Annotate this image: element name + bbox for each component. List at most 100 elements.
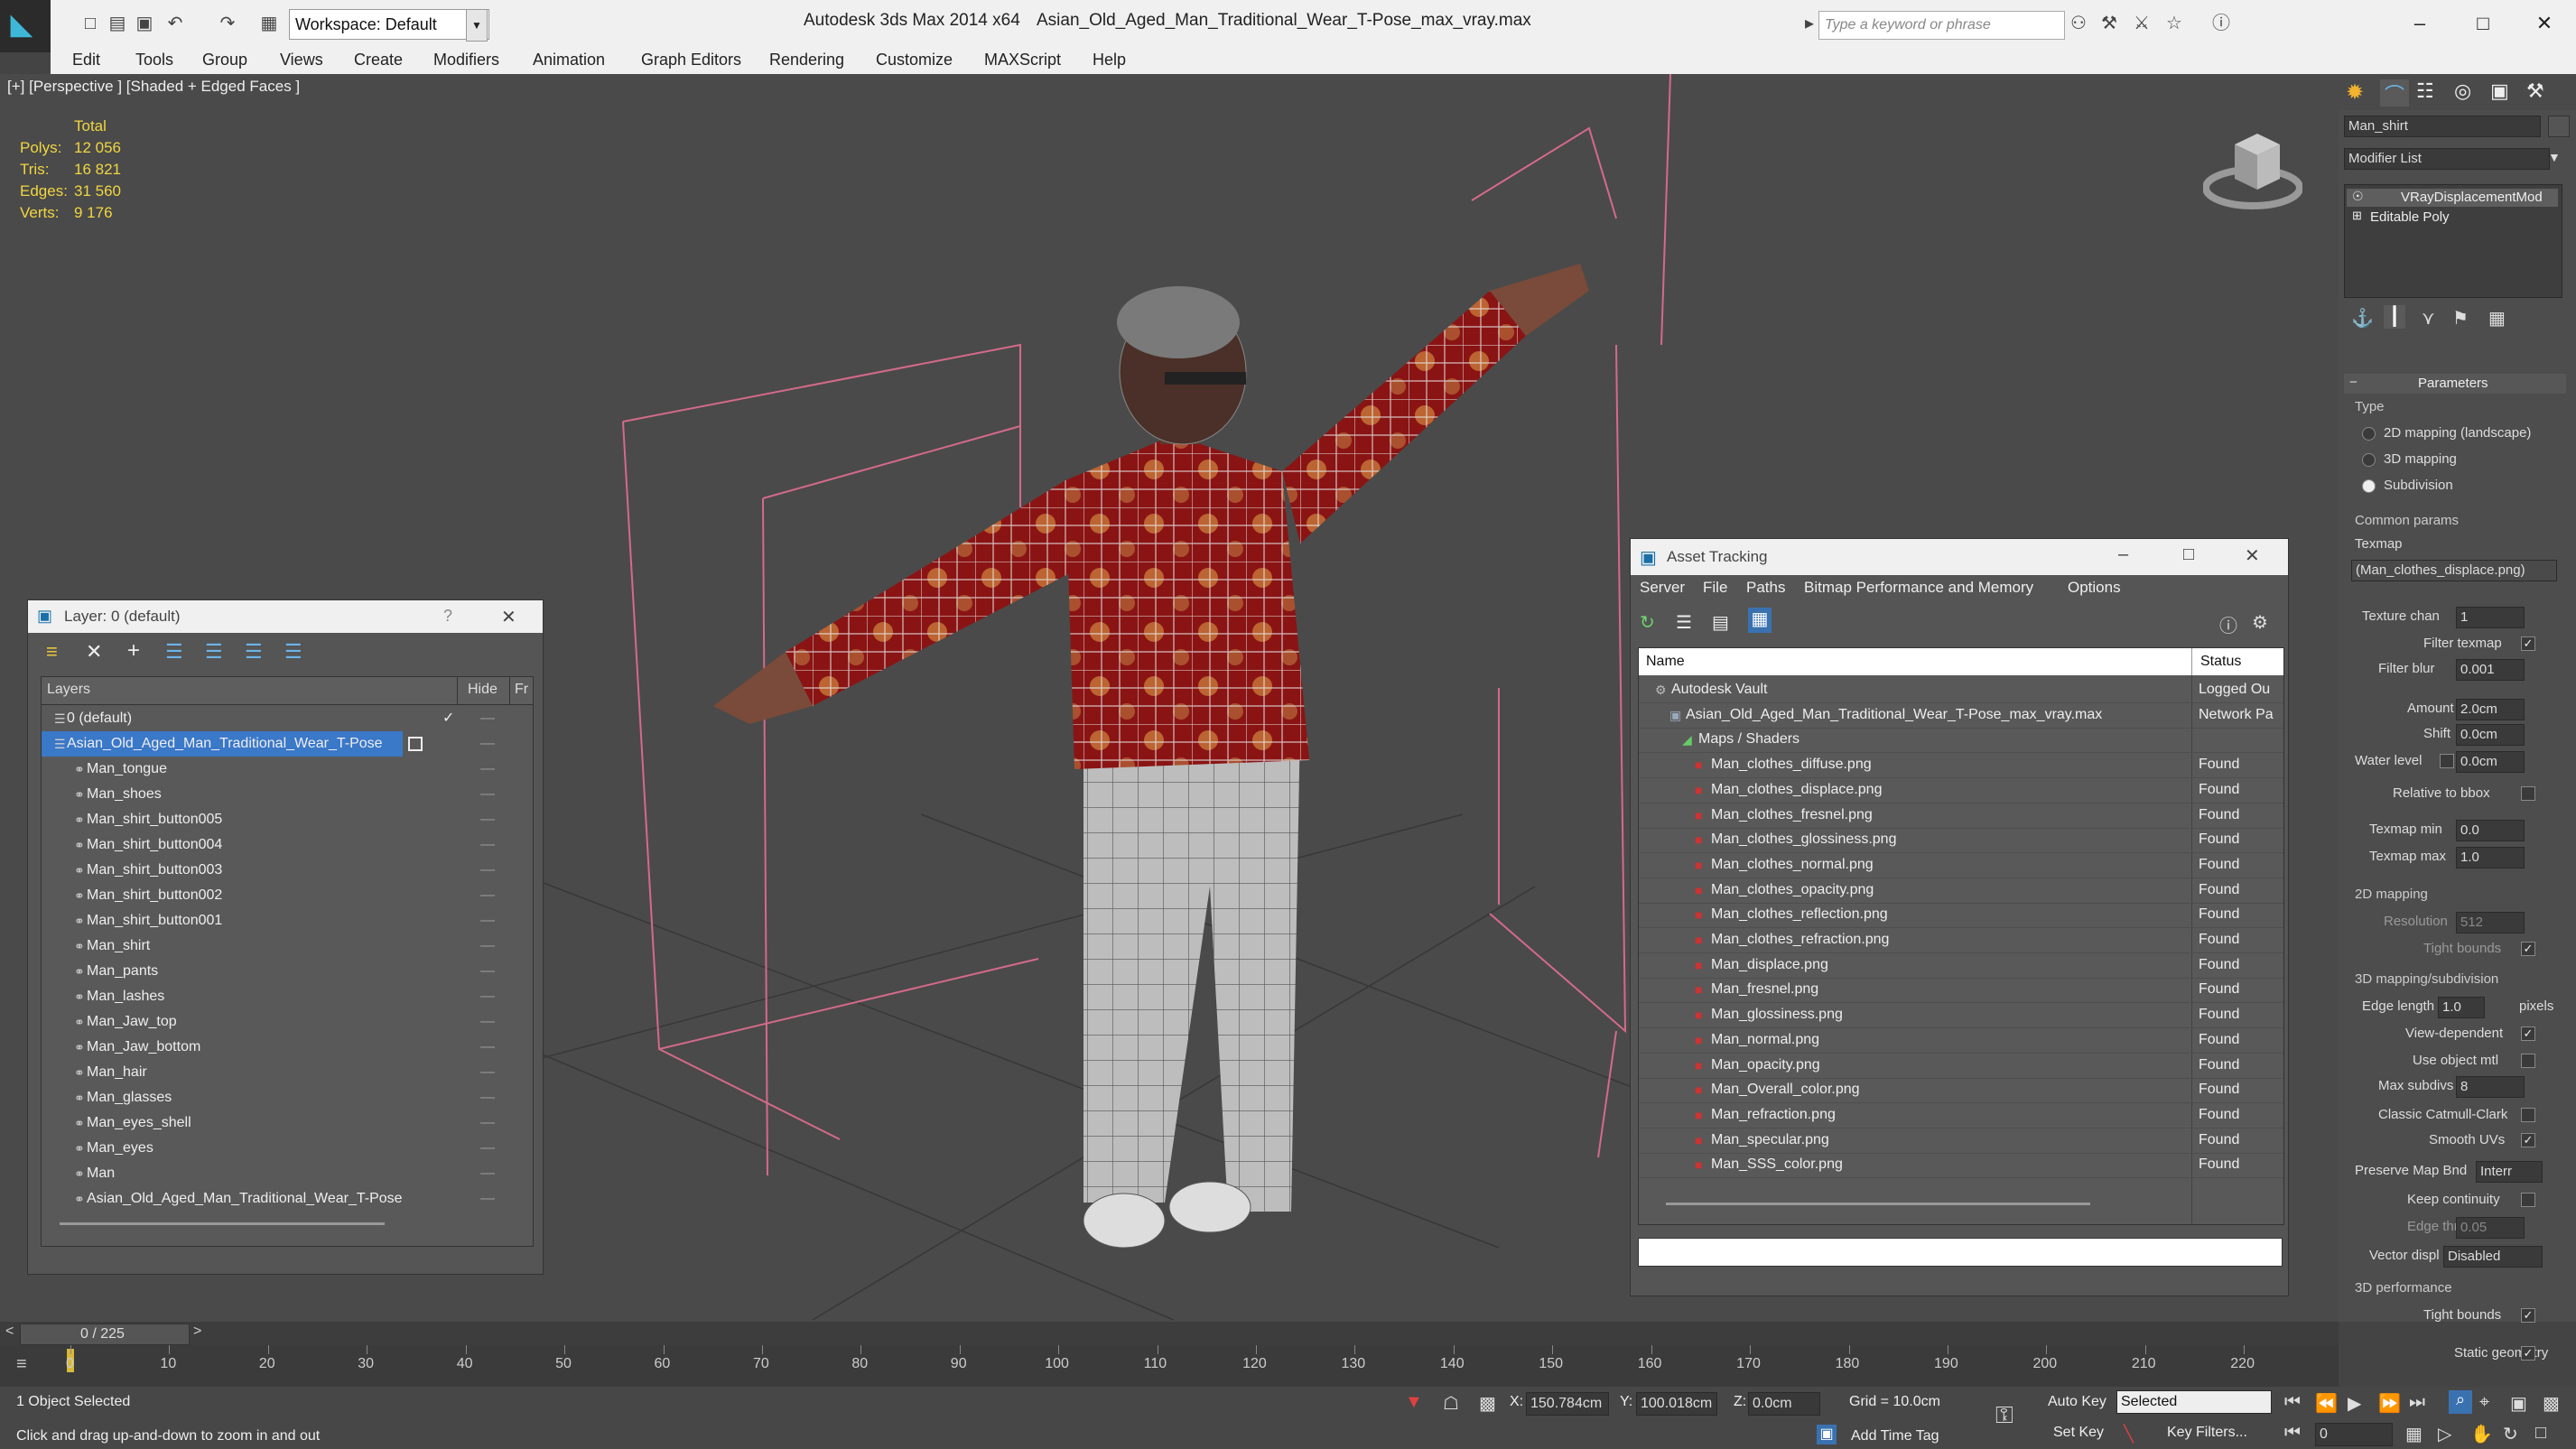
asset-row[interactable]: ■ Man_specular.png Found [1639,1128,2283,1154]
minimize-button[interactable]: – [2118,544,2128,565]
help-icon[interactable]: ⓘ [2210,13,2232,34]
binoculars-icon[interactable]: ⚇ [2068,13,2089,34]
chevron-down-icon[interactable]: ▼ [2548,150,2561,164]
texmap-max-spinner[interactable]: 1.0 [2456,847,2525,868]
column-header-hide[interactable]: Hide [468,682,498,698]
layer-row[interactable]: ⚭ Man — [42,1161,533,1186]
menu-graph-editors[interactable]: Graph Editors [641,51,741,70]
asset-row[interactable]: ■ Man_normal.png Found [1639,1027,2283,1054]
set-key-button[interactable]: Set Key [2053,1425,2104,1441]
asset-row[interactable]: ■ Man_Overall_color.png Found [1639,1077,2283,1104]
menu-rendering[interactable]: Rendering [769,51,844,70]
menu-paths[interactable]: Paths [1746,579,1785,597]
menu-customize[interactable]: Customize [876,51,953,70]
hide-toggle[interactable]: — [480,984,495,1009]
hide-toggle[interactable]: — [480,1110,495,1136]
close-icon[interactable]: ✕ [501,606,516,628]
auto-key-button[interactable]: Auto Key [2048,1394,2106,1410]
layer-row[interactable]: ⚭ Man_pants — [42,959,533,984]
use-object-mtl-checkbox[interactable] [2521,1054,2535,1068]
menu-options[interactable]: Options [2068,579,2121,597]
menu-views[interactable]: Views [280,51,323,70]
asset-row[interactable]: ■ Man_fresnel.png Found [1639,977,2283,1004]
make-unique-icon[interactable]: ⋎ [2422,307,2435,330]
layer-row[interactable]: ⚭ Man_shirt_button002 — [42,883,533,908]
maximize-button[interactable]: □ [2183,544,2194,565]
asset-row[interactable]: ■ Man_clothes_fresnel.png Found [1639,803,2283,829]
hide-toggle[interactable]: — [480,832,495,858]
radio-2d-mapping[interactable] [2362,427,2376,441]
asset-path-field[interactable] [1638,1238,2283,1267]
close-button[interactable]: ✕ [2526,7,2562,40]
stack-item[interactable]: ⊞ Editable Poly [2347,209,2558,227]
hierarchy-tab-icon[interactable]: ☷ [2416,79,2434,103]
list-view-icon[interactable]: ☰ [1676,611,1692,634]
table-view-icon[interactable]: ▦ [1748,608,1772,633]
layer-row[interactable]: ⚭ Man_shirt — [42,933,533,959]
catmull-clark-checkbox[interactable] [2521,1108,2535,1122]
next-frame-icon[interactable]: ⏩ [2378,1392,2401,1415]
hide-toggle[interactable]: — [480,1136,495,1161]
key-filters-button[interactable]: Key Filters... [2167,1425,2247,1441]
hide-toggle[interactable]: — [480,807,495,832]
x-coordinate-field[interactable]: 150.784cm [1526,1392,1609,1416]
asset-row[interactable]: ◢ Maps / Shaders [1639,727,2283,754]
project-folder-icon[interactable]: ▦ [258,13,280,34]
menu-animation[interactable]: Animation [533,51,605,70]
menu-group[interactable]: Group [202,51,247,70]
asset-row[interactable]: ■ Man_clothes_displace.png Found [1639,777,2283,803]
hide-toggle[interactable]: — [480,757,495,782]
stack-item-selected[interactable]: ☉ VRayDisplacementMod [2347,189,2558,207]
hide-toggle[interactable]: — [480,1186,495,1212]
zoom-icon[interactable]: ⌕ [2449,1390,2472,1414]
menu-create[interactable]: Create [354,51,403,70]
add-time-tag-button[interactable]: Add Time Tag [1851,1428,1939,1444]
hide-toggle[interactable]: — [480,959,495,984]
menu-tools[interactable]: Tools [135,51,173,70]
water-level-checkbox[interactable] [2440,754,2454,768]
active-layer-check-icon[interactable]: ✓ [442,706,454,731]
hide-toggle[interactable]: — [480,1035,495,1060]
edge-length-spinner[interactable]: 1.0 [2438,997,2485,1018]
communication-icon[interactable]: ⚔ [2131,13,2153,34]
layer-row[interactable]: ⚭ Asian_Old_Aged_Man_Traditional_Wear_T-P… [42,1186,533,1212]
set-current-layer-icon[interactable] [408,737,423,751]
asset-row[interactable]: ▣ Asian_Old_Aged_Man_Traditional_Wear_T-P… [1639,702,2283,729]
menu-maxscript[interactable]: MAXScript [984,51,1061,70]
undo-icon[interactable]: ↶ [164,13,186,34]
layer-row[interactable]: ⚭ Man_shirt_button003 — [42,858,533,883]
horizontal-scrollbar[interactable] [1666,1203,2090,1205]
search-expand-icon[interactable]: ▸ [1799,13,1820,34]
next-frame-icon[interactable]: > [193,1324,201,1340]
layer-row[interactable]: ⚭ Man_shirt_button001 — [42,908,533,933]
water-level-spinner[interactable]: 0.0cm [2456,751,2525,773]
resolution-spinner[interactable]: 512 [2456,912,2525,933]
edge-thresh-spinner[interactable]: 0.05 [2456,1217,2525,1239]
layer-row[interactable]: ⚭ Man_eyes_shell — [42,1110,533,1136]
texmap-min-spinner[interactable]: 0.0 [2456,820,2525,841]
asset-tracking-titlebar[interactable]: ▣ Asset Tracking – □ ✕ [1631,539,2288,575]
y-coordinate-field[interactable]: 100.018cm [1636,1392,1717,1416]
layer-row[interactable]: ⚭ Man_eyes — [42,1136,533,1161]
hide-toggle[interactable]: — [480,1161,495,1186]
preserve-map-dropdown[interactable]: Interr [2476,1161,2543,1183]
object-name-field[interactable]: Man_shirt [2344,116,2541,137]
hide-toggle[interactable]: — [480,782,495,807]
curve-editor-icon[interactable]: ≡ [16,1354,27,1375]
prev-frame-icon[interactable]: < [5,1324,14,1340]
layer-row[interactable]: ☰ 0 (default) — ✓ [42,706,533,731]
radio-3d-mapping[interactable] [2362,453,2376,467]
layer-row[interactable]: ⚭ Man_hair — [42,1060,533,1085]
utilities-tab-icon[interactable]: ⚒ [2526,79,2544,103]
object-color-swatch[interactable] [2548,116,2570,137]
time-tag-icon[interactable]: ▣ [1817,1425,1837,1444]
smooth-uvs-checkbox[interactable]: ✓ [2521,1133,2535,1147]
layer-row[interactable]: ⚭ Man_shirt_button004 — [42,832,533,858]
view-dependent-checkbox[interactable]: ✓ [2521,1026,2535,1041]
field-of-view-icon[interactable]: ▷ [2438,1423,2451,1445]
help-icon[interactable]: ⓘ [2219,611,2237,637]
layer-row[interactable]: ⚭ Man_Jaw_top — [42,1009,533,1035]
static-geometry-checkbox[interactable]: ✓ [2521,1346,2535,1361]
chevron-down-icon[interactable]: ▼ [466,9,488,42]
redo-icon[interactable]: ↷ [217,13,238,34]
